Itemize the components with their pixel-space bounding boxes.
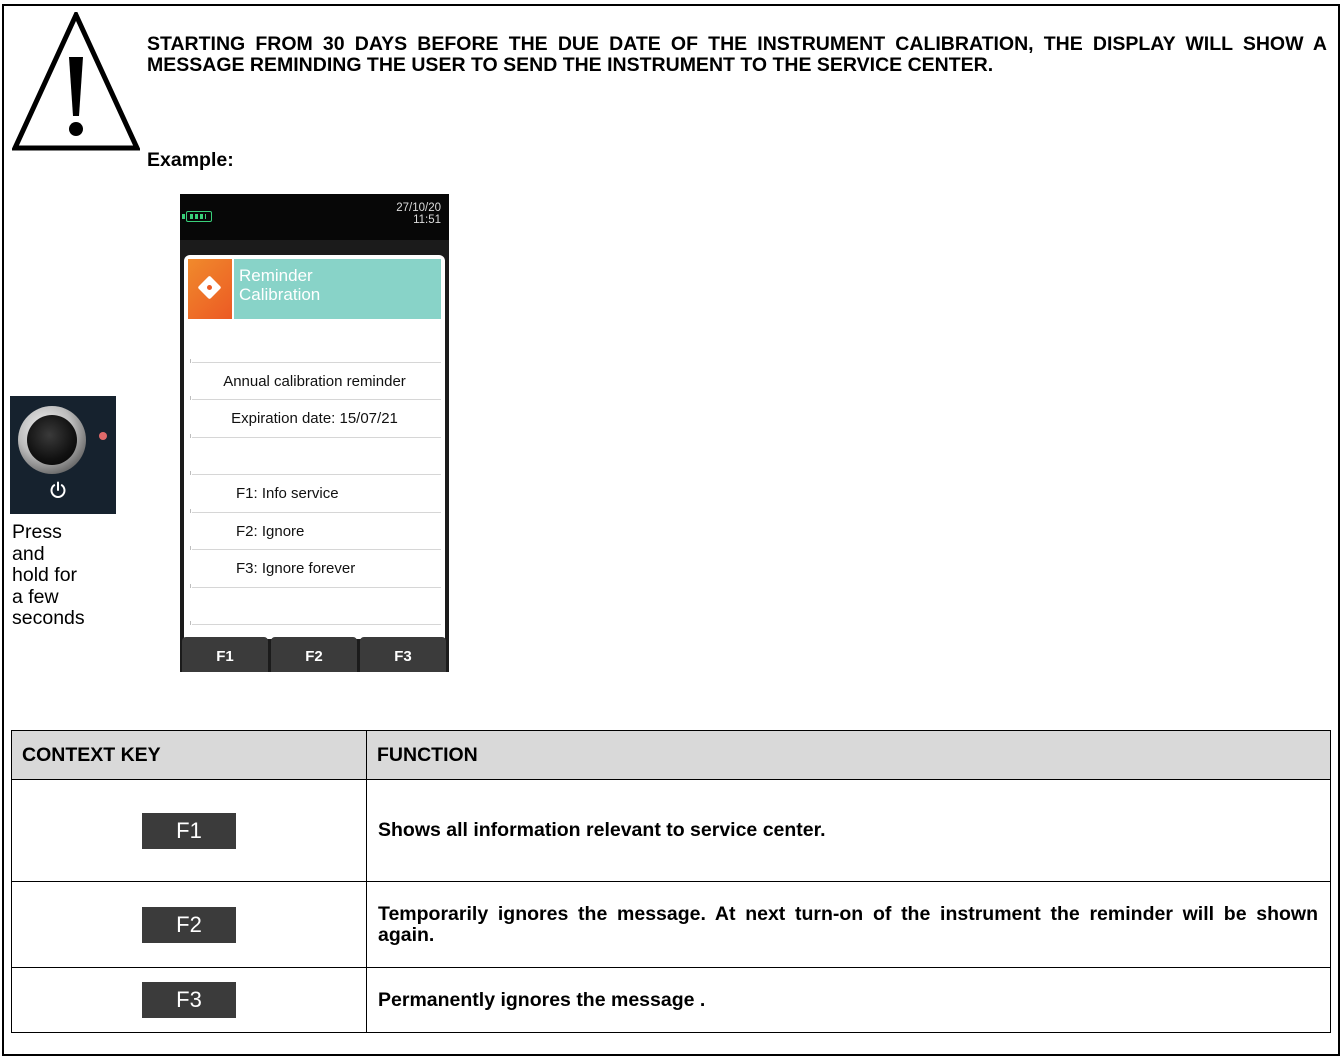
datetime: 27/10/20 11:51 bbox=[396, 202, 441, 226]
table-header-row: CONTEXT KEY FUNCTION bbox=[11, 730, 1331, 780]
header-context-key: CONTEXT KEY bbox=[11, 730, 367, 780]
info-tag-icon bbox=[188, 259, 232, 319]
reminder-list: Annual calibration reminder Expiration d… bbox=[188, 325, 441, 625]
softkey-bar: F1 F2 F3 bbox=[180, 637, 449, 672]
status-bar: 27/10/20 11:51 bbox=[180, 194, 449, 240]
function-f1: Shows all information relevant to servic… bbox=[366, 779, 1331, 882]
list-item: Expiration date: 15/07/21 bbox=[188, 400, 441, 438]
list-item: F3: Ignore forever bbox=[188, 550, 441, 588]
power-button-photo bbox=[10, 396, 116, 514]
press-hold-instruction: Press and hold for a few seconds bbox=[12, 521, 85, 629]
reminder-header: Reminder Calibration bbox=[188, 259, 441, 319]
power-led bbox=[99, 432, 107, 440]
battery-icon bbox=[182, 211, 212, 222]
context-key-table: CONTEXT KEY FUNCTION F1 Shows all inform… bbox=[11, 730, 1331, 1033]
reminder-panel: Reminder Calibration Annual calibration … bbox=[184, 255, 445, 639]
header-function: FUNCTION bbox=[366, 730, 1331, 780]
instrument-display: 27/10/20 11:51 Reminder Calibration Annu… bbox=[180, 194, 449, 672]
list-item bbox=[188, 588, 441, 626]
key-f1: F1 bbox=[142, 812, 236, 849]
softkey-f2[interactable]: F2 bbox=[271, 637, 357, 672]
list-item: F1: Info service bbox=[188, 475, 441, 513]
calibration-notice: STARTING FROM 30 DAYS BEFORE THE DUE DAT… bbox=[147, 33, 1327, 76]
list-item bbox=[188, 325, 441, 363]
key-f2: F2 bbox=[142, 906, 236, 943]
table-row: F2 Temporarily ignores the message. At n… bbox=[11, 881, 1331, 968]
reminder-title: Reminder Calibration bbox=[234, 259, 441, 319]
softkey-f1[interactable]: F1 bbox=[182, 637, 268, 672]
list-item: Annual calibration reminder bbox=[188, 363, 441, 401]
softkey-f3[interactable]: F3 bbox=[360, 637, 446, 672]
power-icon bbox=[50, 481, 66, 498]
table-row: F3 Permanently ignores the message . bbox=[11, 967, 1331, 1033]
list-item bbox=[188, 438, 441, 476]
function-f2: Temporarily ignores the message. At next… bbox=[366, 881, 1331, 968]
key-f3: F3 bbox=[142, 982, 236, 1018]
function-f3: Permanently ignores the message . bbox=[366, 967, 1331, 1033]
power-button bbox=[18, 406, 86, 474]
table-row: F1 Shows all information relevant to ser… bbox=[11, 779, 1331, 882]
example-label: Example: bbox=[147, 149, 234, 171]
list-item: F2: Ignore bbox=[188, 513, 441, 551]
warning-triangle-icon bbox=[12, 12, 140, 151]
